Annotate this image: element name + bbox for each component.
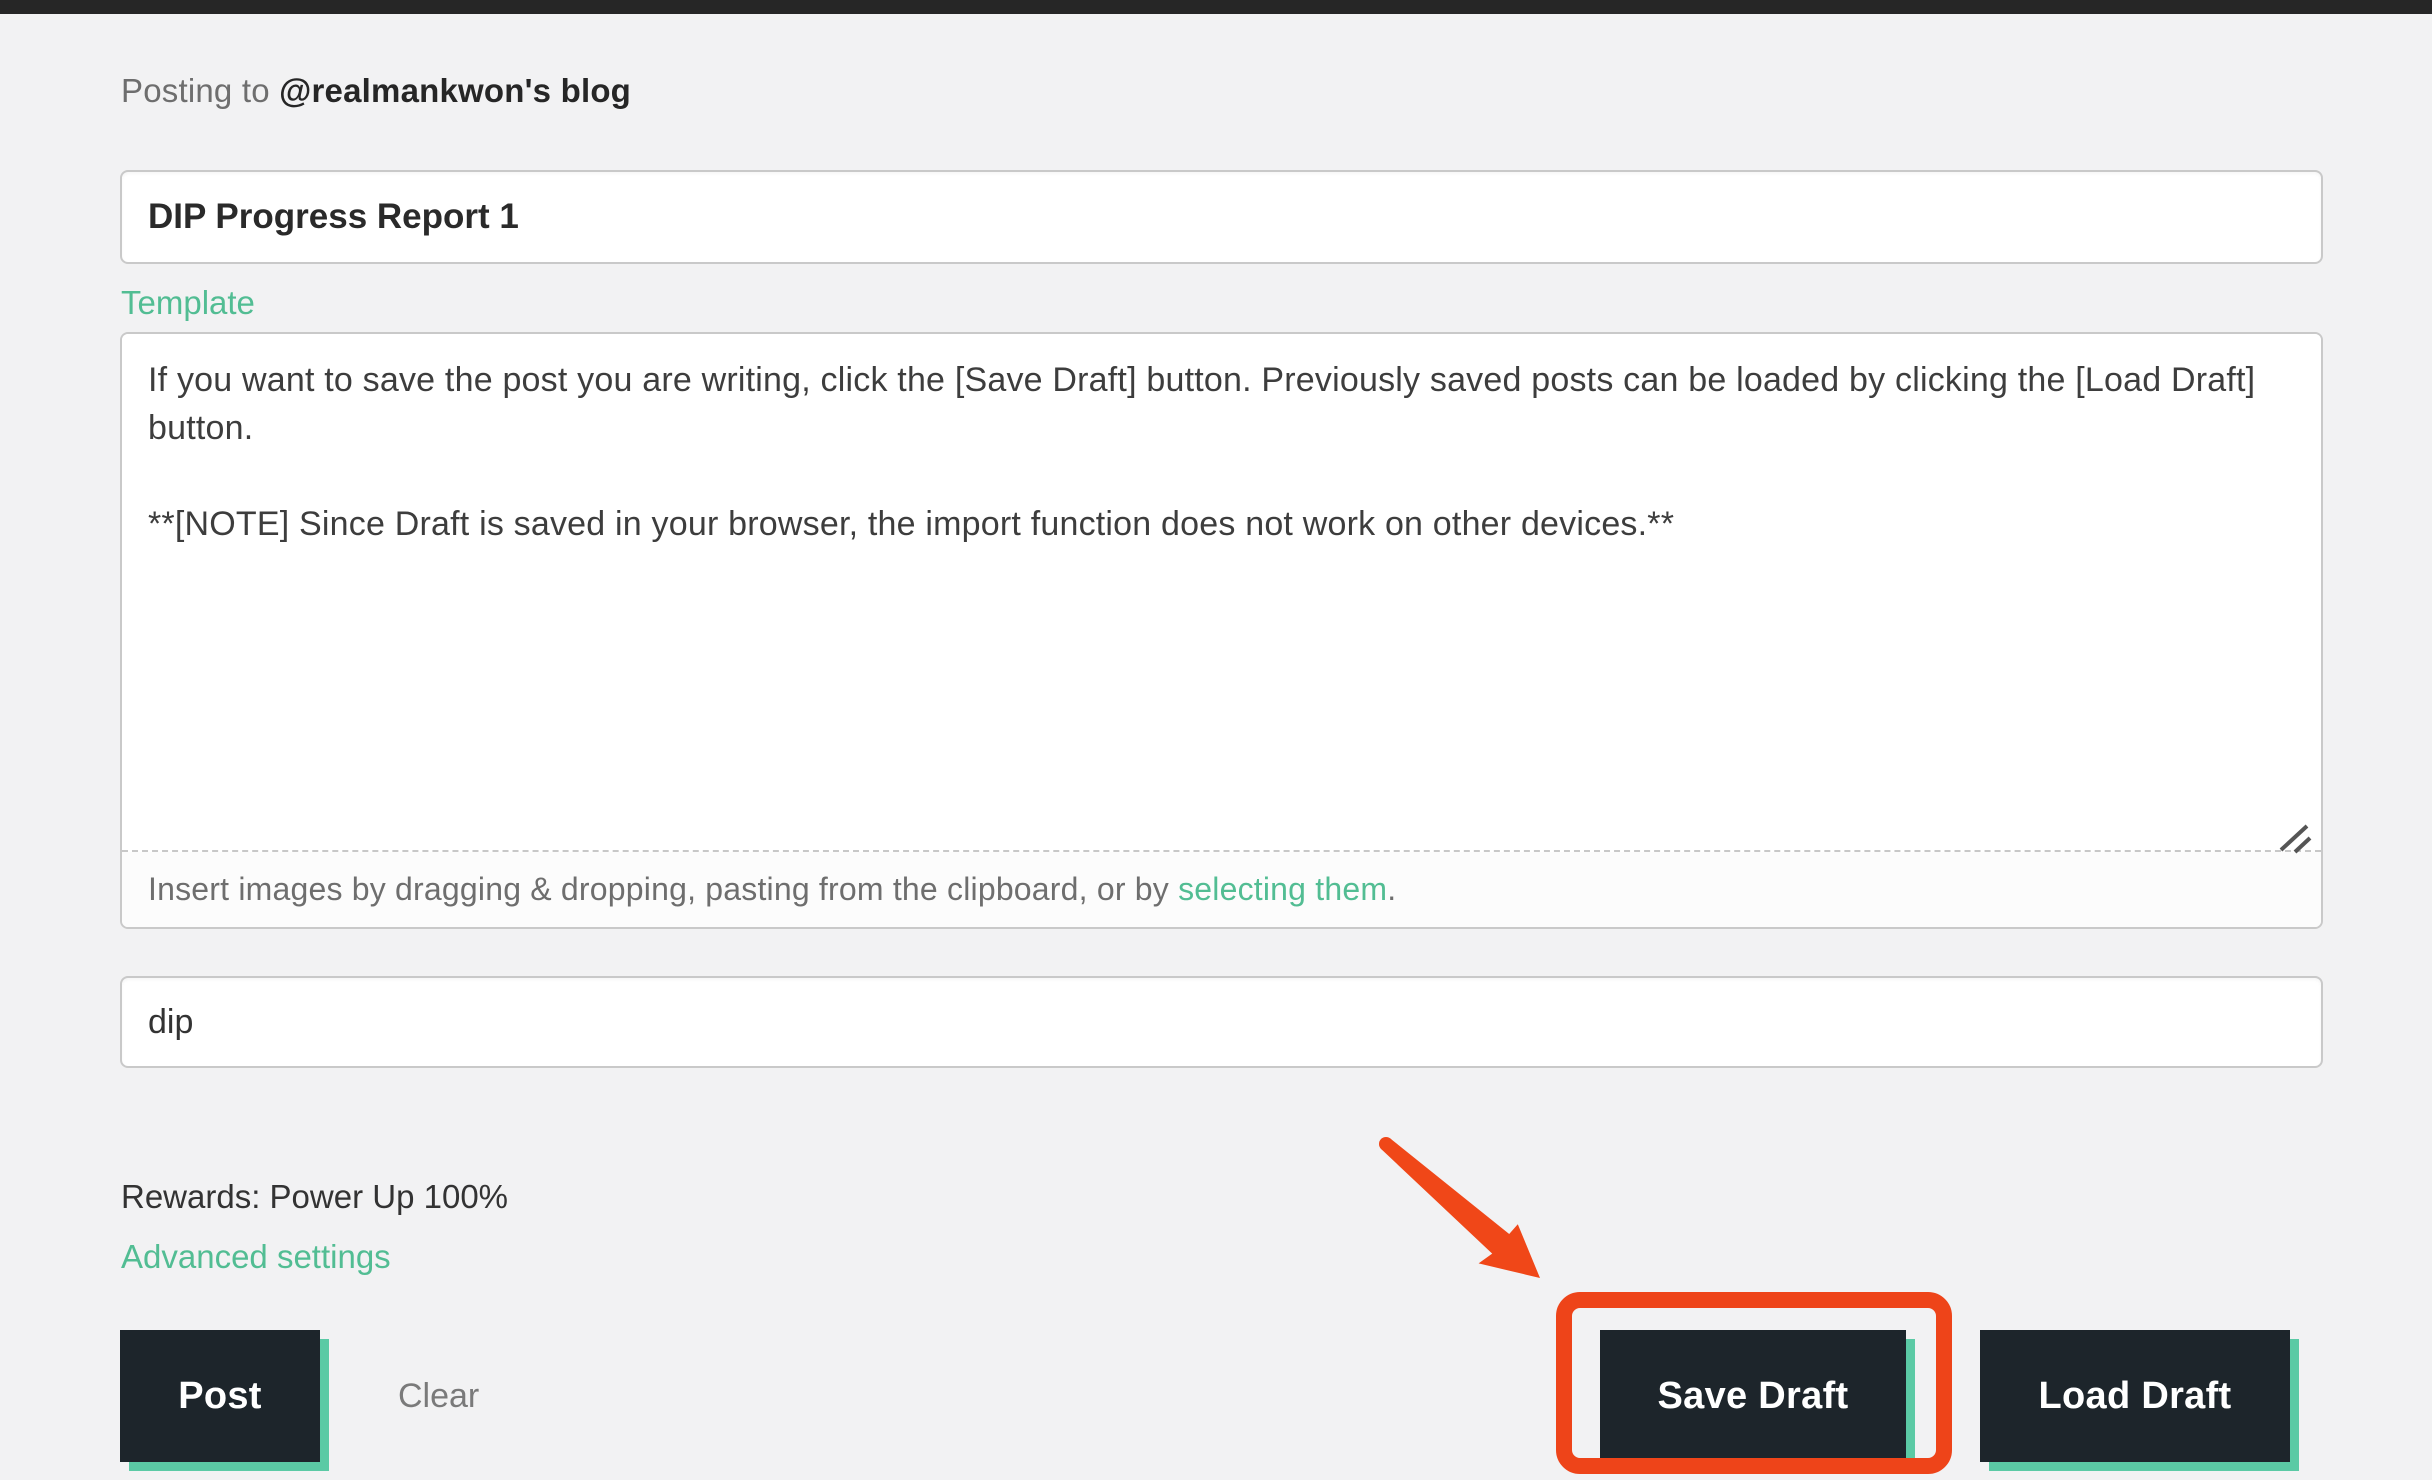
top-navigation-bar: [0, 0, 2432, 14]
select-images-link[interactable]: selecting them: [1178, 871, 1387, 908]
blog-name: @realmankwon's blog: [279, 72, 631, 109]
load-draft-button[interactable]: Load Draft: [1980, 1330, 2290, 1462]
posting-to-line: Posting to @realmankwon's blog: [121, 72, 631, 110]
clear-button[interactable]: Clear: [398, 1330, 479, 1462]
image-upload-hint-text: Insert images by dragging & dropping, pa…: [148, 871, 1178, 908]
textarea-resize-handle-icon[interactable]: [2273, 820, 2313, 854]
post-body-textarea[interactable]: If you want to save the post you are wri…: [122, 334, 2321, 852]
image-upload-hint-period: .: [1387, 871, 1396, 908]
template-link[interactable]: Template: [121, 284, 255, 322]
annotation-arrow-icon: [1368, 1128, 1578, 1298]
post-body-editor: If you want to save the post you are wri…: [120, 332, 2323, 929]
advanced-settings-link[interactable]: Advanced settings: [121, 1238, 391, 1276]
post-title-input[interactable]: [120, 170, 2323, 264]
posting-to-prefix: Posting to: [121, 72, 279, 109]
rewards-setting-label: Rewards: Power Up 100%: [121, 1178, 508, 1216]
image-upload-hint: Insert images by dragging & dropping, pa…: [122, 852, 2321, 927]
tags-input[interactable]: [120, 976, 2323, 1068]
post-button[interactable]: Post: [120, 1330, 320, 1462]
save-draft-button[interactable]: Save Draft: [1600, 1330, 1906, 1462]
